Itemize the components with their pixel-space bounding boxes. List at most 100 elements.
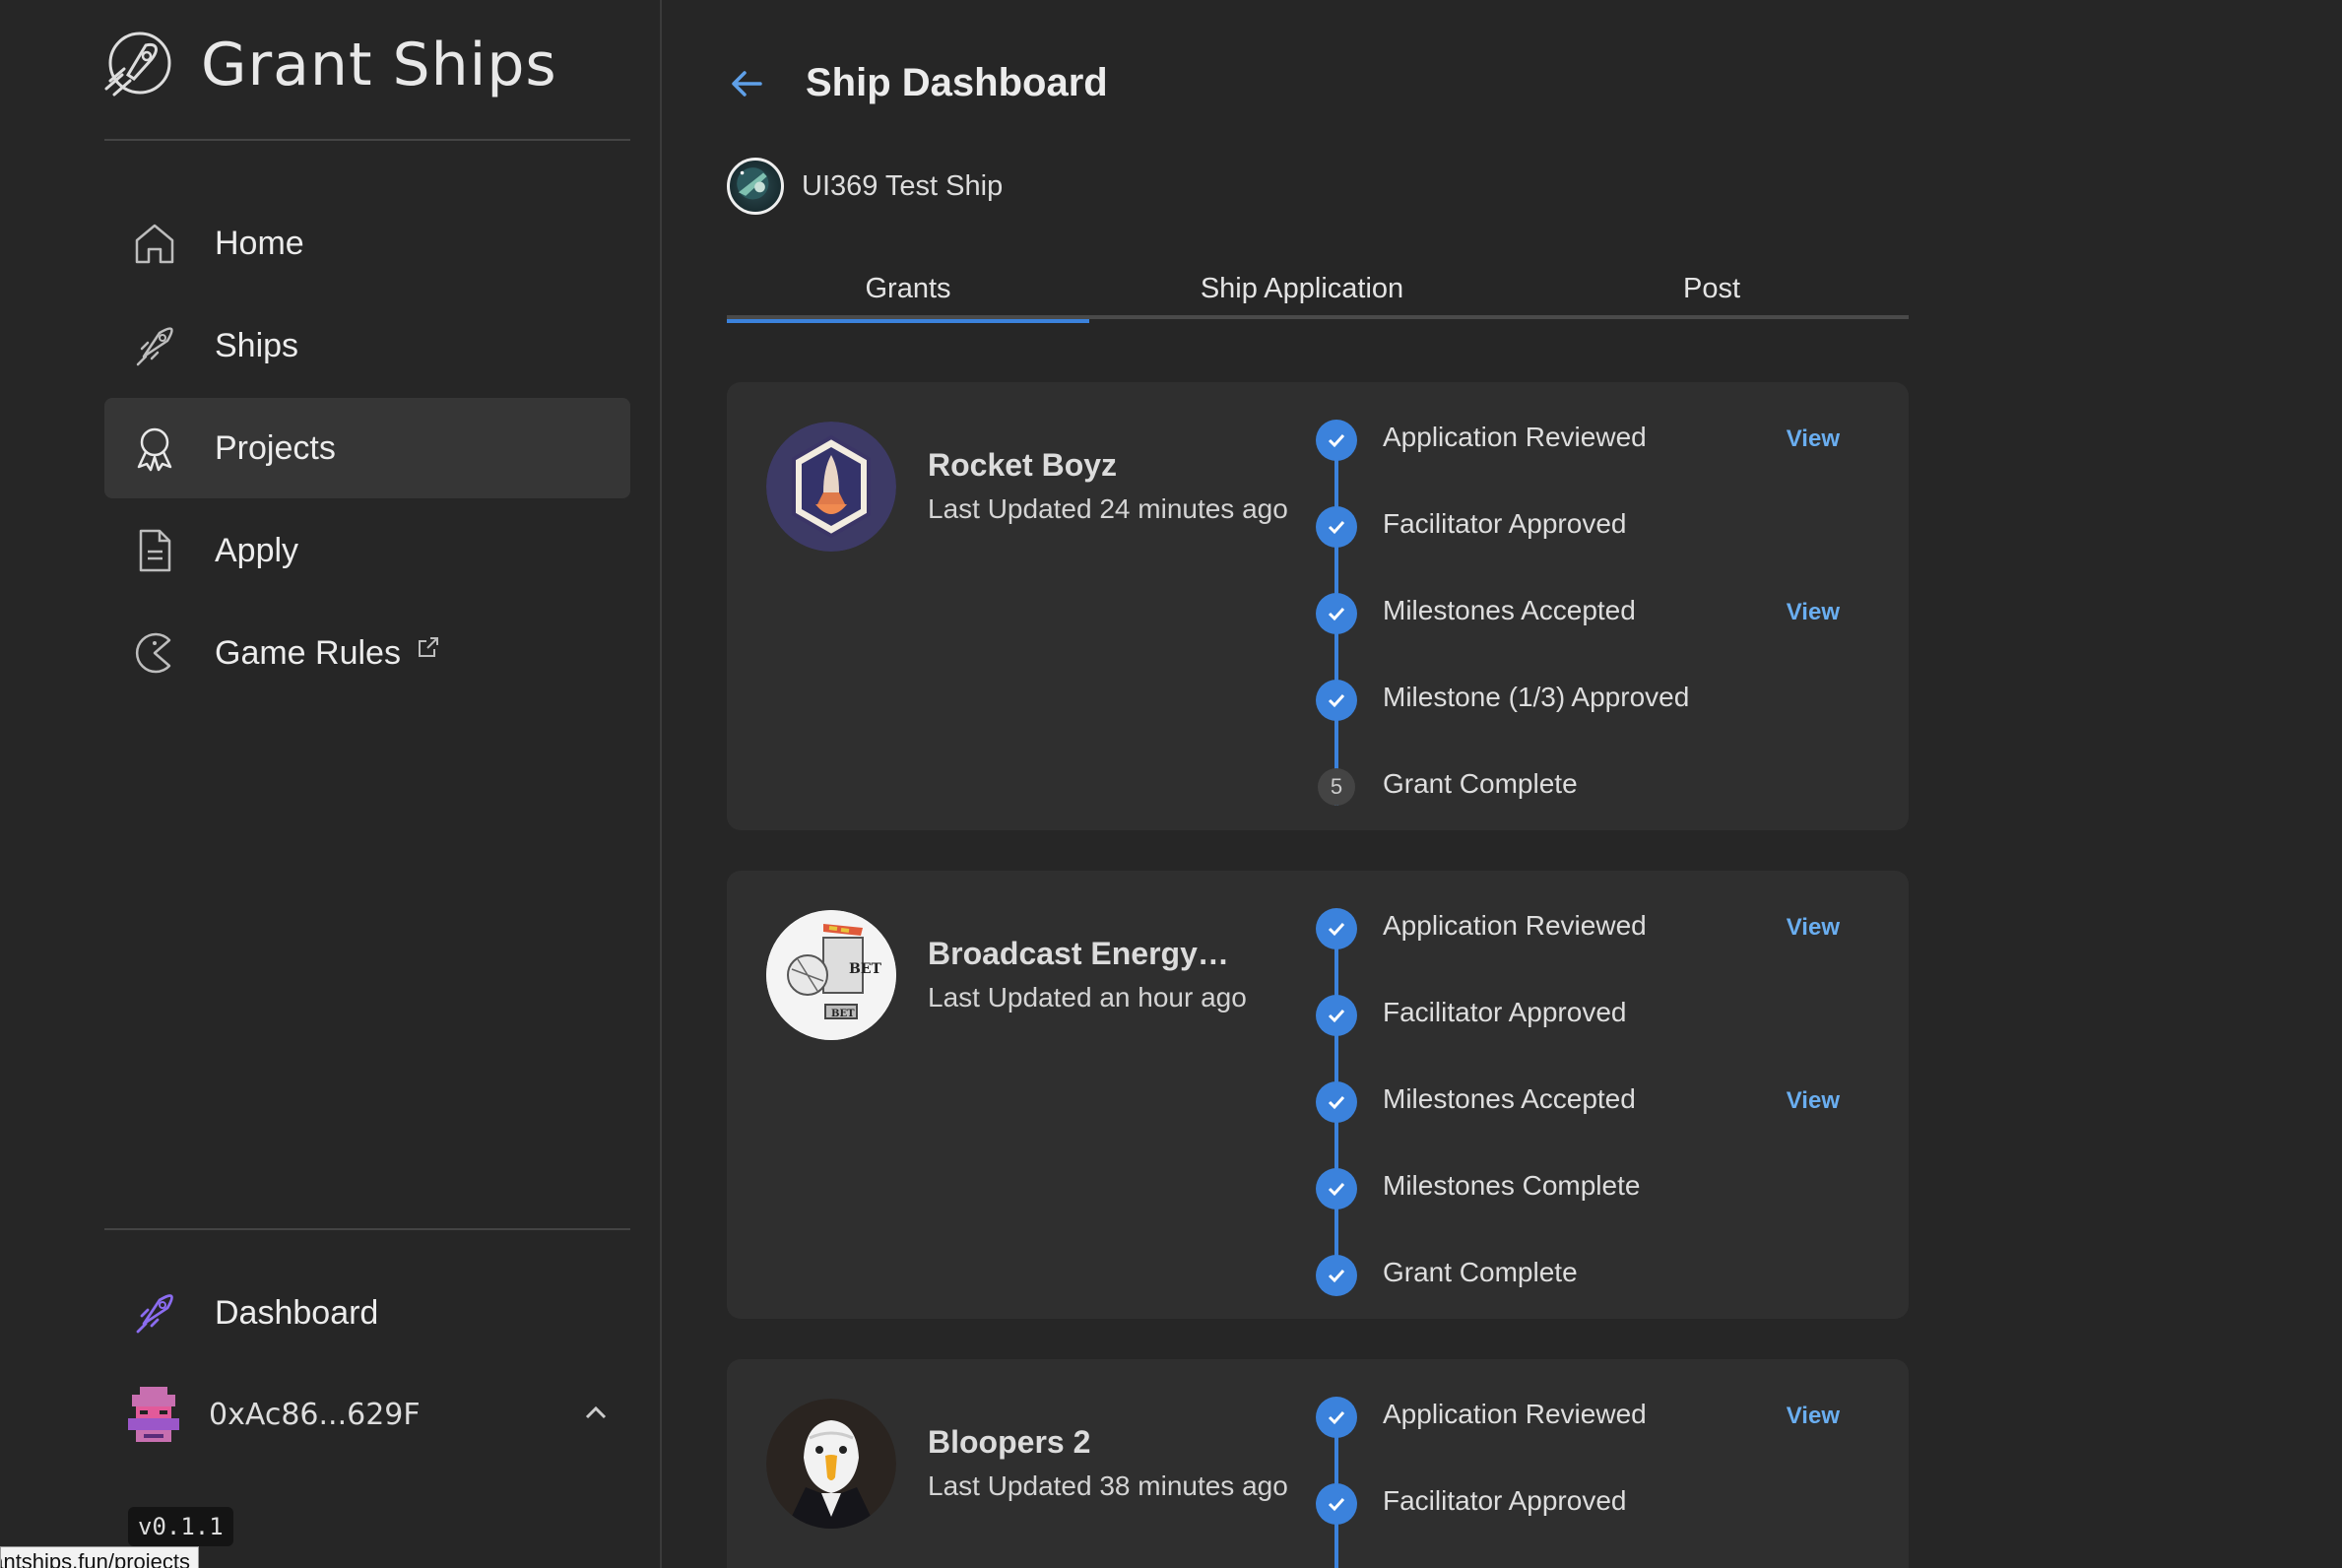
- project-name[interactable]: Bloopers 2: [928, 1424, 1090, 1461]
- check-icon: [1316, 420, 1357, 461]
- grant-progress-steps: Application Reviewed View Facilitator Ap…: [1316, 1397, 1867, 1568]
- project-image: [766, 422, 896, 552]
- check-icon: [1316, 1255, 1357, 1296]
- project-last-updated: Last Updated 24 minutes ago: [928, 493, 1288, 524]
- sidebar-item-game-rules[interactable]: Game Rules: [104, 603, 630, 703]
- sidebar-item-label: Apply: [215, 531, 299, 569]
- check-icon: [1316, 1081, 1357, 1123]
- check-icon: [1316, 1483, 1357, 1525]
- step-label: Facilitator Approved: [1383, 1485, 1627, 1516]
- dashboard-tabs: Grants Ship Application Post: [727, 258, 1909, 323]
- sidebar-item-label: Ships: [215, 326, 299, 364]
- ship-image: [737, 167, 769, 200]
- version-badge: v0.1.1: [128, 1507, 233, 1546]
- avatar: [128, 1387, 179, 1442]
- sidebar-item-apply[interactable]: Apply: [104, 500, 630, 601]
- app-logo[interactable]: Grant Ships: [102, 30, 557, 100]
- step-label: Milestones Accepted: [1383, 1083, 1636, 1114]
- tab-grants[interactable]: Grants: [727, 258, 1089, 323]
- grant-card[interactable]: Rocket Boyz Last Updated 24 minutes ago …: [727, 382, 1909, 830]
- ship-identity: UI369 Test Ship: [727, 158, 1003, 215]
- grant-progress-steps: Application Reviewed View Facilitator Ap…: [1316, 420, 1867, 830]
- tab-ship-application[interactable]: Ship Application: [1089, 258, 1515, 319]
- sidebar-divider: [104, 139, 630, 141]
- progress-step: Facilitator Approved: [1316, 995, 1867, 1121]
- view-link[interactable]: View: [1787, 599, 1840, 626]
- step-label: Application Reviewed: [1383, 422, 1647, 452]
- sidebar-item-ships[interactable]: Ships: [104, 295, 630, 396]
- back-arrow-icon[interactable]: [727, 64, 766, 103]
- progress-step: Grant Complete: [1316, 1255, 1867, 1319]
- bottom-nav: Dashboard: [104, 1263, 630, 1365]
- progress-step: Facilitator Approved: [1316, 506, 1867, 632]
- check-icon: [1316, 1168, 1357, 1209]
- step-label: Grant Complete: [1383, 1257, 1578, 1287]
- step-label: Facilitator Approved: [1383, 997, 1627, 1027]
- view-link[interactable]: View: [1787, 1403, 1840, 1430]
- award-icon: [137, 427, 172, 472]
- step-label: Facilitator Approved: [1383, 508, 1627, 539]
- step-number: 5: [1318, 768, 1355, 806]
- progress-step: Facilitator Approved: [1316, 1483, 1867, 1568]
- check-icon: [1316, 680, 1357, 721]
- sidebar-item-label: Dashboard: [215, 1293, 379, 1332]
- view-link[interactable]: View: [1787, 1087, 1840, 1115]
- check-icon: [1316, 995, 1357, 1036]
- step-label: Milestones Complete: [1383, 1170, 1641, 1201]
- step-connector: [1334, 1523, 1338, 1568]
- pacman-icon: [135, 632, 171, 674]
- tab-post[interactable]: Post: [1515, 258, 1909, 319]
- file-icon: [139, 529, 171, 572]
- grant-progress-steps: Application Reviewed View Facilitator Ap…: [1316, 908, 1867, 1319]
- project-avatar: BET BET: [766, 910, 896, 1040]
- chevron-up-icon[interactable]: [581, 1399, 611, 1428]
- project-name[interactable]: Broadcast Energy…: [928, 936, 1229, 972]
- sidebar-item-label: Home: [215, 224, 304, 262]
- sidebar-item-label: Projects: [215, 428, 336, 467]
- step-label: Application Reviewed: [1383, 910, 1647, 941]
- home-icon: [135, 224, 174, 264]
- project-image: BET BET: [766, 910, 896, 1040]
- wallet-address: 0xAc86...629F: [209, 1397, 421, 1432]
- app-title: Grant Ships: [201, 31, 557, 99]
- progress-step: Milestones Accepted View: [1316, 593, 1867, 719]
- view-link[interactable]: View: [1787, 425, 1840, 453]
- status-url: grantships.fun/projects: [0, 1546, 199, 1568]
- grant-card[interactable]: BET BET Broadcast Energy… Last Updated a…: [727, 871, 1909, 1319]
- check-icon: [1316, 506, 1357, 548]
- sidebar-item-home[interactable]: Home: [104, 193, 630, 294]
- sidebar-item-projects[interactable]: Projects: [104, 398, 630, 498]
- main-nav: Home Ships Projects Apply Game Rules: [104, 193, 630, 705]
- rocket-icon: [136, 1294, 173, 1334]
- check-icon: [1316, 593, 1357, 634]
- rocket-logo-icon: [104, 32, 171, 97]
- external-link-icon: [418, 637, 438, 657]
- project-avatar: [766, 422, 896, 552]
- project-name[interactable]: Rocket Boyz: [928, 447, 1117, 484]
- step-label: Grant Complete: [1383, 768, 1578, 799]
- progress-step: Milestone (1/3) Approved: [1316, 680, 1867, 806]
- view-link[interactable]: View: [1787, 914, 1840, 942]
- ship-avatar: [727, 158, 784, 215]
- rocket-icon: [136, 327, 173, 366]
- project-last-updated: Last Updated an hour ago: [928, 982, 1247, 1013]
- step-label: Milestone (1/3) Approved: [1383, 682, 1690, 712]
- wallet-menu[interactable]: 0xAc86...629F: [128, 1387, 611, 1442]
- svg-text:BET: BET: [831, 1009, 855, 1019]
- progress-step: Application Reviewed View: [1316, 908, 1867, 1034]
- sidebar-item-dashboard[interactable]: Dashboard: [104, 1263, 630, 1363]
- step-label: Milestones Accepted: [1383, 595, 1636, 625]
- sidebar-item-label: Game Rules: [215, 633, 401, 672]
- progress-step: Application Reviewed View: [1316, 420, 1867, 546]
- grant-card[interactable]: Bloopers 2 Last Updated 38 minutes ago A…: [727, 1359, 1909, 1568]
- project-last-updated: Last Updated 38 minutes ago: [928, 1470, 1288, 1501]
- progress-step: Application Reviewed View: [1316, 1397, 1867, 1523]
- sidebar-divider: [104, 1228, 630, 1230]
- svg-text:BET: BET: [849, 961, 882, 977]
- project-avatar: [766, 1399, 896, 1529]
- progress-step: 5 Grant Complete: [1316, 766, 1867, 830]
- progress-step: Milestones Accepted View: [1316, 1081, 1867, 1208]
- project-image: [766, 1399, 896, 1529]
- step-label: Application Reviewed: [1383, 1399, 1647, 1429]
- ship-name: UI369 Test Ship: [802, 169, 1004, 202]
